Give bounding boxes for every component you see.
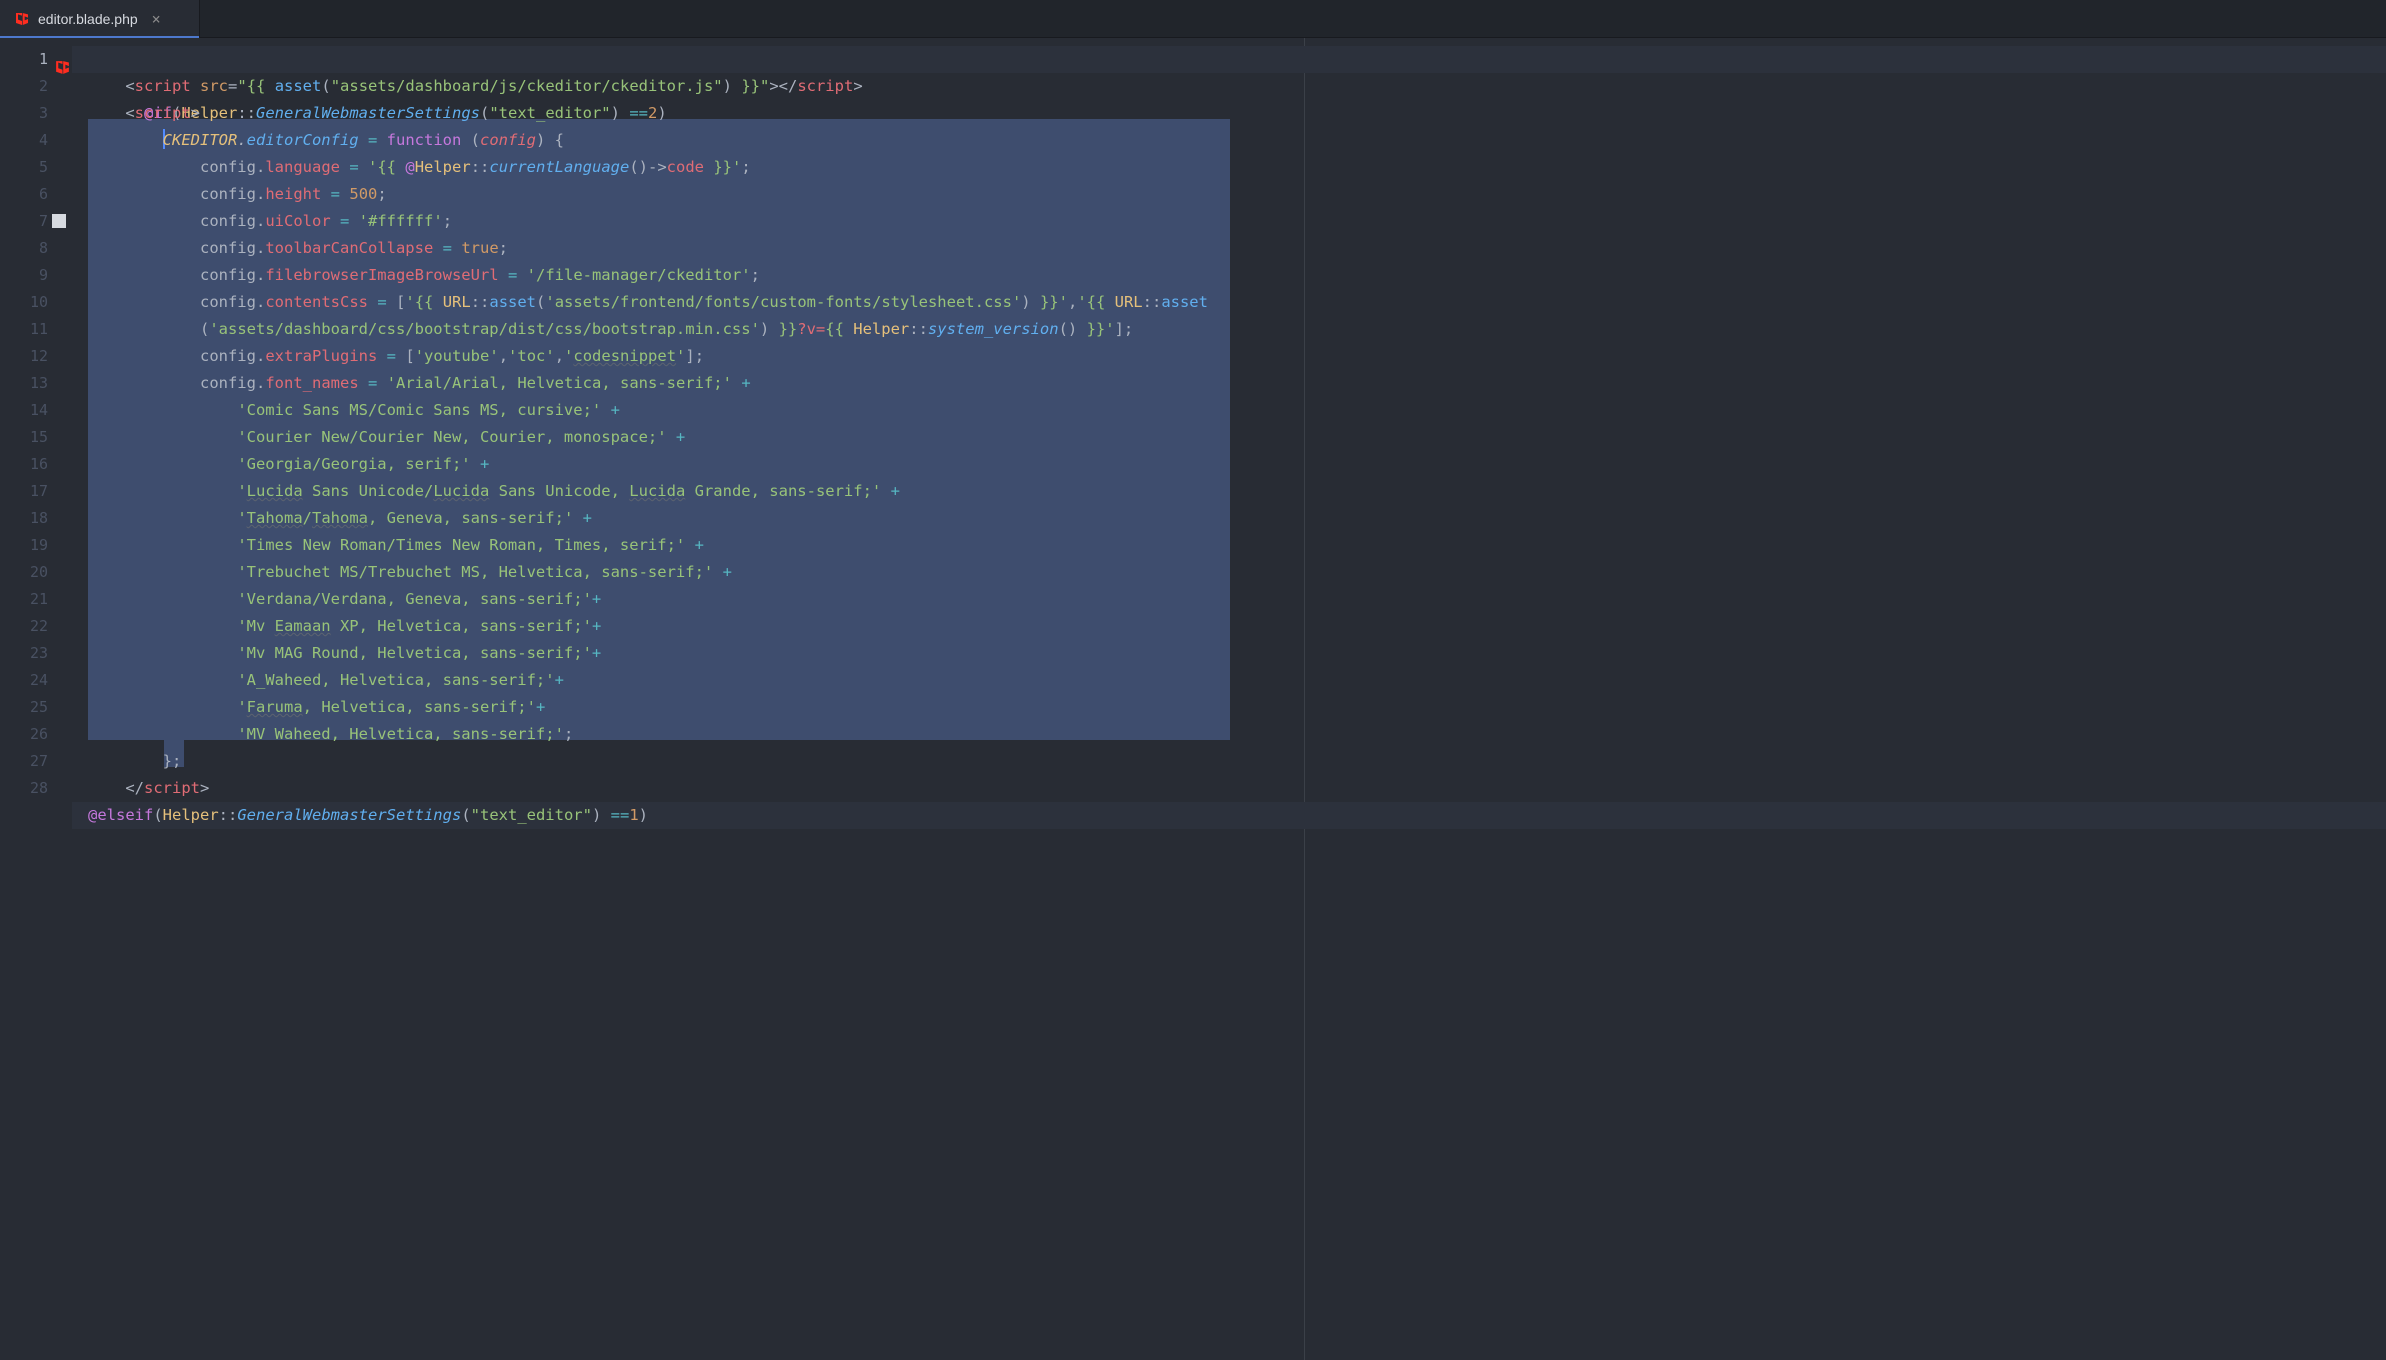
code-line[interactable]: config.height = 500; [72, 181, 2386, 208]
code-line[interactable]: 'Mv MAG Round, Helvetica, sans-serif;'+ [72, 640, 2386, 667]
code-line[interactable]: config.filebrowserImageBrowseUrl = '/fil… [72, 262, 2386, 289]
code-line[interactable]: 'Comic Sans MS/Comic Sans MS, cursive;' … [72, 397, 2386, 424]
line-number[interactable]: 10 [0, 289, 72, 316]
code-line[interactable]: config.language = '{{ @Helper::currentLa… [72, 154, 2386, 181]
line-number[interactable]: 26 [0, 721, 72, 748]
line-number[interactable]: 18 [0, 505, 72, 532]
code-line[interactable]: @elseif(Helper::GeneralWebmasterSettings… [72, 802, 2386, 829]
line-number[interactable]: 15 [0, 424, 72, 451]
code-line[interactable]: 'Faruma, Helvetica, sans-serif;'+ [72, 694, 2386, 721]
code-line[interactable]: }; [72, 748, 2386, 775]
modified-marker-icon [52, 214, 66, 228]
code-line[interactable]: 'A_Waheed, Helvetica, sans-serif;'+ [72, 667, 2386, 694]
line-number[interactable]: 23 [0, 640, 72, 667]
line-number[interactable]: 14 [0, 397, 72, 424]
line-number[interactable]: 9 [0, 262, 72, 289]
line-number[interactable]: 25 [0, 694, 72, 721]
laravel-file-icon [14, 11, 30, 27]
code-line[interactable]: 'Tahoma/Tahoma, Geneva, sans-serif;' + [72, 505, 2386, 532]
code-line[interactable]: config.uiColor = '#ffffff'; [72, 208, 2386, 235]
code-line[interactable]: <script src="{{ asset("assets/dashboard/… [72, 73, 2386, 100]
code-content[interactable]: @if(Helper::GeneralWebmasterSettings("te… [72, 38, 2386, 1360]
code-line[interactable]: 'Courier New/Courier New, Courier, monos… [72, 424, 2386, 451]
line-number[interactable]: 12 [0, 343, 72, 370]
code-line[interactable]: config.toolbarCanCollapse = true; [72, 235, 2386, 262]
line-number[interactable]: 28 [0, 775, 72, 802]
code-line[interactable]: config.extraPlugins = ['youtube','toc','… [72, 343, 2386, 370]
line-number[interactable]: 17 [0, 478, 72, 505]
line-number[interactable]: 24 [0, 667, 72, 694]
editor-area[interactable]: 1 2 3 4 5 6 7 8 9 10 11 12 13 14 15 16 1… [0, 38, 2386, 1360]
line-number[interactable]: 3 [0, 100, 72, 127]
tab-editor-blade[interactable]: editor.blade.php × [0, 0, 200, 37]
code-line[interactable]: 'Lucida Sans Unicode/Lucida Sans Unicode… [72, 478, 2386, 505]
line-number[interactable]: 8 [0, 235, 72, 262]
line-number[interactable]: 20 [0, 559, 72, 586]
tab-bar: editor.blade.php × [0, 0, 2386, 38]
code-line[interactable]: CKEDITOR.editorConfig = function (config… [72, 127, 2386, 154]
code-line[interactable]: config.font_names = 'Arial/Arial, Helvet… [72, 370, 2386, 397]
line-number[interactable]: 19 [0, 532, 72, 559]
code-line[interactable]: 'MV Waheed, Helvetica, sans-serif;'; [72, 721, 2386, 748]
code-line[interactable]: @if(Helper::GeneralWebmasterSettings("te… [72, 46, 2386, 73]
code-line[interactable]: config.contentsCss = ['{{ URL::asset('as… [72, 289, 2386, 316]
line-number[interactable]: 27 [0, 748, 72, 775]
code-line-wrap[interactable]: ('assets/dashboard/css/bootstrap/dist/cs… [72, 316, 2386, 343]
line-number[interactable]: 13 [0, 370, 72, 397]
line-number[interactable]: 11 [0, 316, 72, 343]
line-number[interactable]: 22 [0, 613, 72, 640]
code-line[interactable]: 'Verdana/Verdana, Geneva, sans-serif;'+ [72, 586, 2386, 613]
tab-filename: editor.blade.php [38, 11, 138, 27]
tab-close-icon[interactable]: × [152, 10, 161, 28]
code-line[interactable]: 'Times New Roman/Times New Roman, Times,… [72, 532, 2386, 559]
line-number[interactable]: 5 [0, 154, 72, 181]
code-line[interactable]: 'Georgia/Georgia, serif;' + [72, 451, 2386, 478]
code-line[interactable]: 'Mv Eamaan XP, Helvetica, sans-serif;'+ [72, 613, 2386, 640]
gutter: 1 2 3 4 5 6 7 8 9 10 11 12 13 14 15 16 1… [0, 38, 72, 1360]
line-number[interactable]: 21 [0, 586, 72, 613]
line-number[interactable]: 16 [0, 451, 72, 478]
line-number[interactable]: 2 [0, 73, 72, 100]
code-line[interactable]: 'Trebuchet MS/Trebuchet MS, Helvetica, s… [72, 559, 2386, 586]
line-number[interactable]: 6 [0, 181, 72, 208]
code-line[interactable]: </script> [72, 775, 2386, 802]
line-number[interactable]: 4 [0, 127, 72, 154]
laravel-gutter-icon [54, 58, 72, 76]
